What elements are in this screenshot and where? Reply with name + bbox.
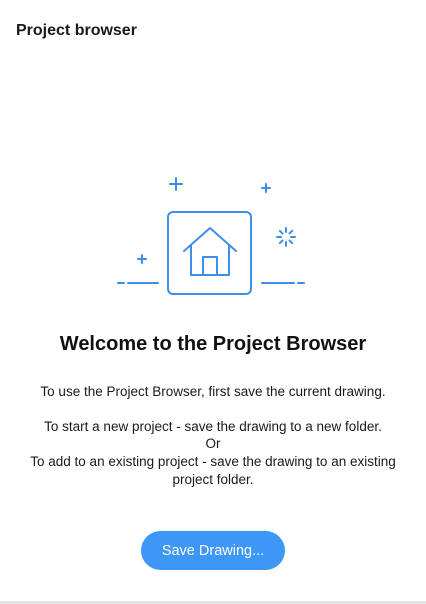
home-icon <box>183 227 237 276</box>
instruction-text: To start a new project - save the drawin… <box>44 419 382 434</box>
loading-spinner-icon <box>276 227 296 247</box>
save-drawing-button[interactable]: Save Drawing... <box>141 531 285 570</box>
panel-title: Project browser <box>16 22 137 39</box>
plus-icon <box>137 254 147 264</box>
frame <box>167 211 252 295</box>
or-text: Or <box>205 436 221 451</box>
instruction-text: To use the Project Browser, first save t… <box>40 384 386 399</box>
home-illustration <box>117 177 305 295</box>
plus-icon <box>169 177 183 191</box>
welcome-title: Welcome to the Project Browser <box>59 333 367 355</box>
instruction-text: To add to an existing project - save the… <box>30 454 396 487</box>
plus-icon <box>261 183 271 193</box>
